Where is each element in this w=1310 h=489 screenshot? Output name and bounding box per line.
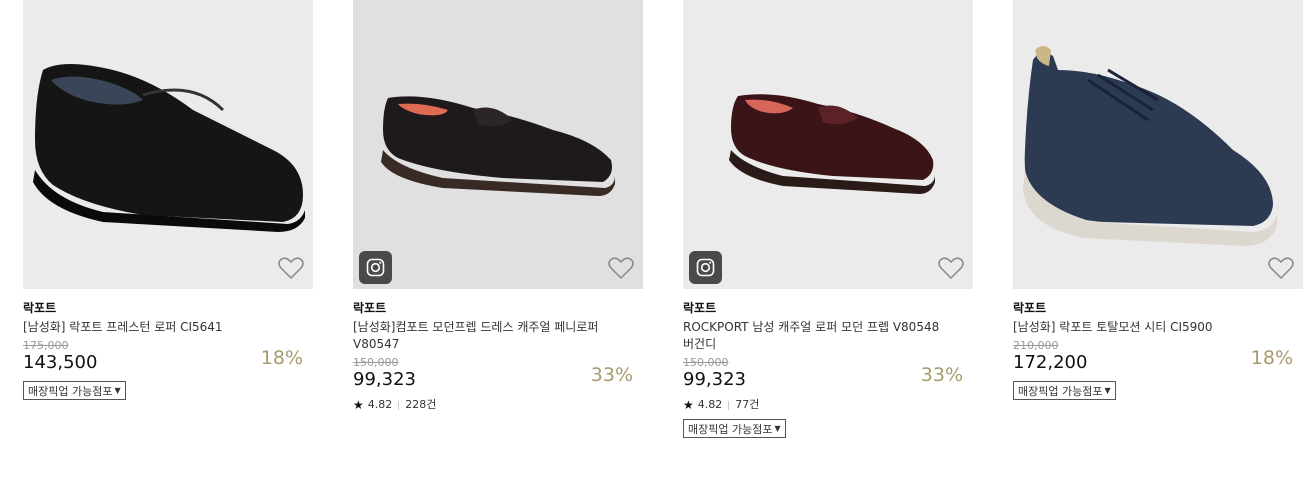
sale-price: 99,323 bbox=[683, 369, 746, 390]
product-rating: ★ 4.82 77건 bbox=[683, 398, 973, 412]
wishlist-heart-icon[interactable] bbox=[1268, 256, 1294, 280]
divider bbox=[728, 400, 730, 410]
rating-score: 4.82 bbox=[697, 398, 723, 411]
instagram-icon[interactable] bbox=[689, 251, 722, 284]
product-card[interactable]: 락포트 [남성화] 락포트 프레스턴 로퍼 CI5641 175,000 143… bbox=[23, 0, 313, 400]
product-image[interactable] bbox=[23, 0, 313, 289]
discount-rate: 18% bbox=[260, 347, 303, 369]
caret-down-icon: ▼ bbox=[114, 386, 121, 395]
product-image[interactable] bbox=[683, 0, 973, 289]
product-card[interactable]: 락포트 [남성화]컴포트 모던프렙 드레스 캐주얼 페니로퍼 V80547 15… bbox=[353, 0, 643, 412]
product-name[interactable]: [남성화] 락포트 프레스턴 로퍼 CI5641 bbox=[23, 319, 285, 336]
store-pickup-label: 매장픽업 가능점포 bbox=[1018, 384, 1103, 398]
star-icon: ★ bbox=[353, 398, 364, 412]
rating-score: 4.82 bbox=[367, 398, 393, 411]
review-count: 228건 bbox=[405, 398, 437, 411]
product-rating: ★ 4.82 228건 bbox=[353, 398, 643, 412]
product-card[interactable]: 락포트 ROCKPORT 남성 캐주얼 로퍼 모던 프렙 V80548 버건디 … bbox=[683, 0, 973, 438]
product-name[interactable]: [남성화]컴포트 모던프렙 드레스 캐주얼 페니로퍼 V80547 bbox=[353, 319, 615, 353]
product-name[interactable]: [남성화] 락포트 토탈모션 시티 CI5900 bbox=[1013, 319, 1275, 336]
penny-loafer-image bbox=[381, 96, 615, 196]
sale-price: 99,323 bbox=[353, 369, 416, 390]
sale-price: 172,200 bbox=[1013, 352, 1088, 373]
store-pickup-label: 매장픽업 가능점포 bbox=[688, 422, 773, 436]
wishlist-heart-icon[interactable] bbox=[938, 256, 964, 280]
review-count: 77건 bbox=[735, 398, 760, 411]
product-name[interactable]: ROCKPORT 남성 캐주얼 로퍼 모던 프렙 V80548 버건디 bbox=[683, 319, 945, 353]
store-pickup-button[interactable]: 매장픽업 가능점포 ▼ bbox=[1013, 381, 1116, 400]
instagram-icon[interactable] bbox=[359, 251, 392, 284]
product-brand: 락포트 bbox=[23, 301, 57, 315]
product-card[interactable]: 락포트 [남성화] 락포트 토탈모션 시티 CI5900 210,000 172… bbox=[1013, 0, 1303, 400]
caret-down-icon: ▼ bbox=[774, 424, 781, 433]
product-grid: 락포트 [남성화] 락포트 프레스턴 로퍼 CI5641 175,000 143… bbox=[0, 0, 1310, 489]
sale-price: 143,500 bbox=[23, 352, 98, 373]
sneaker-shoe-image bbox=[1023, 46, 1277, 246]
burgundy-loafer-image bbox=[729, 94, 935, 194]
product-image[interactable] bbox=[1013, 0, 1303, 289]
discount-rate: 33% bbox=[590, 364, 633, 386]
store-pickup-label: 매장픽업 가능점포 bbox=[28, 384, 113, 398]
divider bbox=[398, 400, 400, 410]
loafer-shoe-image bbox=[33, 64, 305, 232]
star-icon: ★ bbox=[683, 398, 694, 412]
discount-rate: 18% bbox=[1250, 347, 1293, 369]
caret-down-icon: ▼ bbox=[1104, 386, 1111, 395]
discount-rate: 33% bbox=[920, 364, 963, 386]
product-brand: 락포트 bbox=[1013, 301, 1047, 315]
product-brand: 락포트 bbox=[353, 301, 387, 315]
wishlist-heart-icon[interactable] bbox=[278, 256, 304, 280]
store-pickup-button[interactable]: 매장픽업 가능점포 ▼ bbox=[23, 381, 126, 400]
product-brand: 락포트 bbox=[683, 301, 717, 315]
wishlist-heart-icon[interactable] bbox=[608, 256, 634, 280]
store-pickup-button[interactable]: 매장픽업 가능점포 ▼ bbox=[683, 419, 786, 438]
product-image[interactable] bbox=[353, 0, 643, 289]
